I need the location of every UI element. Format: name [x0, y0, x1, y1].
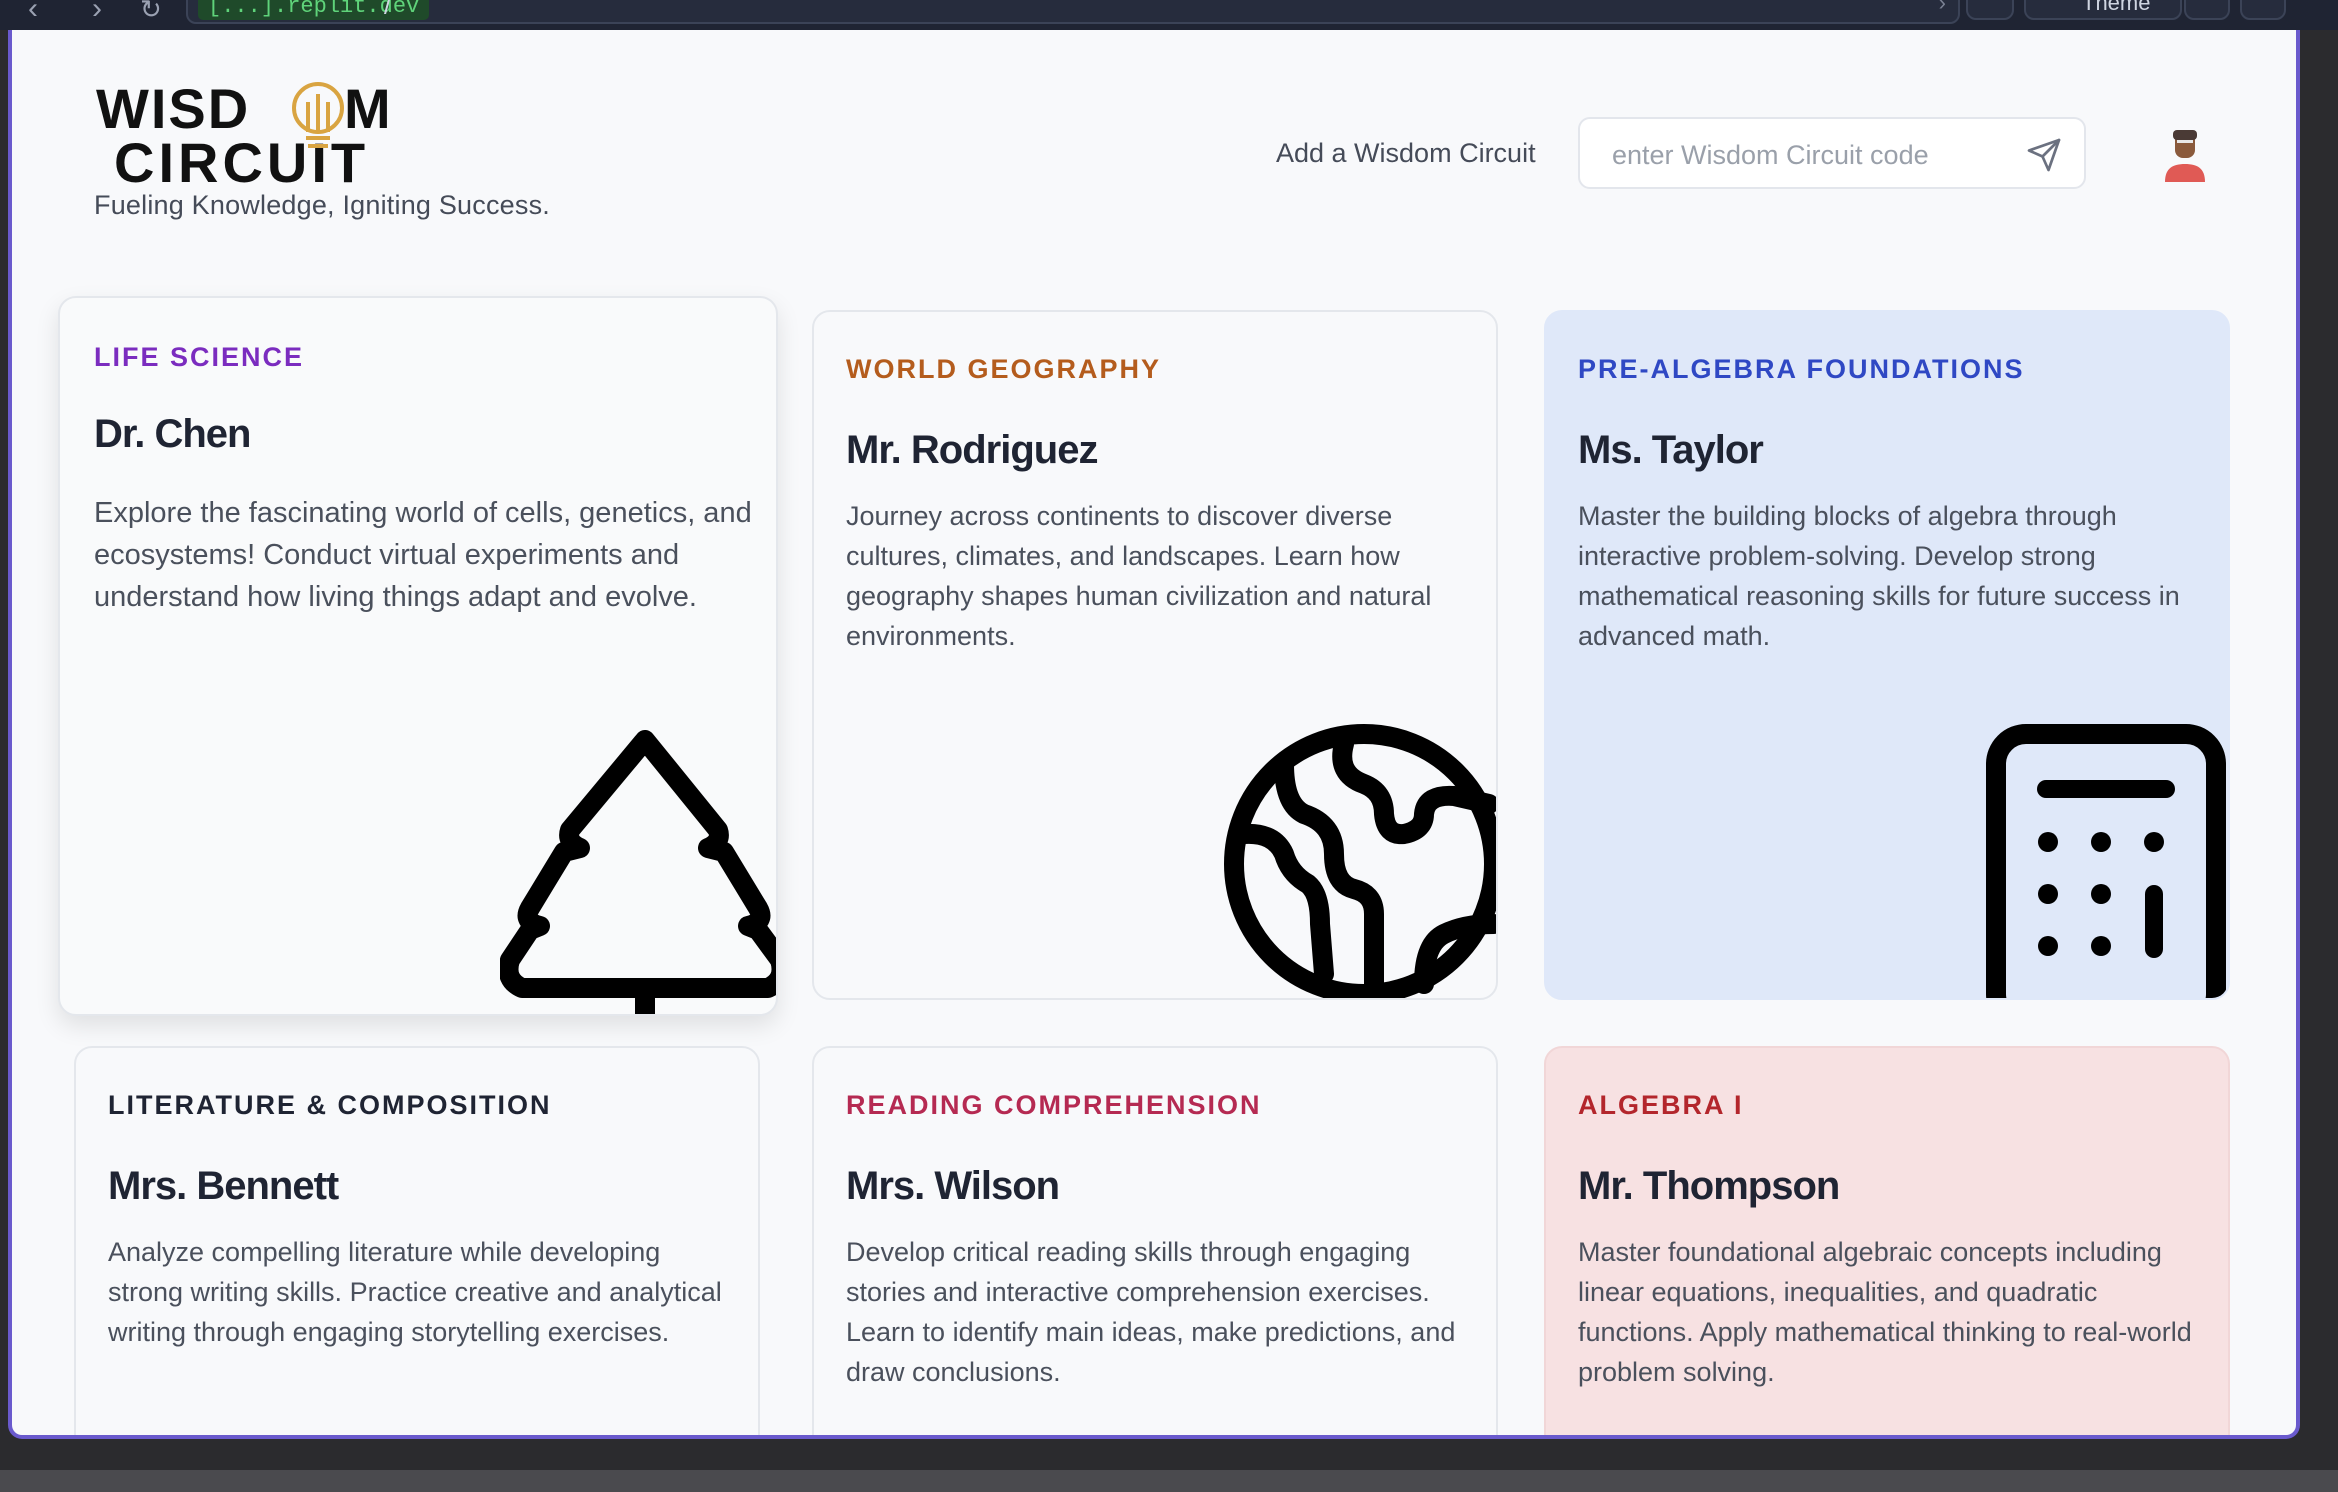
address-path: / [384, 0, 392, 20]
course-teacher: Ms. Taylor [1578, 428, 1764, 472]
course-card-reading[interactable]: READING COMPREHENSION Mrs. Wilson Develo… [812, 1046, 1498, 1435]
desktop-background [0, 1470, 2338, 1492]
calculator-icon [1986, 724, 2226, 998]
course-teacher: Dr. Chen [94, 412, 251, 456]
course-subject: LIFE SCIENCE [94, 342, 305, 372]
course-description: Develop critical reading skills through … [846, 1237, 1456, 1387]
course-card-literature[interactable]: LITERATURE & COMPOSITION Mrs. Bennett An… [74, 1046, 760, 1435]
course-description: Journey across continents to discover di… [846, 501, 1432, 651]
wisdom-circuit-logo: WISD M CIRCUIT [96, 77, 391, 186]
course-card-world-geography[interactable]: WORLD GEOGRAPHY Mr. Rodriguez Journey ac… [812, 310, 1498, 1000]
share-button[interactable] [2240, 0, 2286, 20]
course-teacher: Mrs. Wilson [846, 1164, 1060, 1208]
chevron-right-icon[interactable]: › [1939, 0, 1946, 16]
course-subject: LITERATURE & COMPOSITION [108, 1090, 552, 1120]
browser-toolbar: ‹ › ↻ [...].replit.dev / › Theme [0, 0, 2338, 30]
circuit-code-field[interactable] [1578, 117, 2086, 189]
svg-text:CIRCUIT: CIRCUIT [114, 131, 369, 186]
tree-icon [500, 730, 776, 1014]
course-card-pre-algebra[interactable]: PRE-ALGEBRA FOUNDATIONS Ms. Taylor Maste… [1544, 310, 2230, 1000]
send-icon[interactable] [2026, 137, 2062, 173]
avatar[interactable] [2157, 126, 2213, 182]
course-teacher: Mr. Thompson [1578, 1164, 1840, 1208]
theme-button[interactable]: Theme [2024, 0, 2182, 20]
course-description: Master the building blocks of algebra th… [1578, 501, 2180, 651]
course-subject: PRE-ALGEBRA FOUNDATIONS [1578, 354, 2025, 384]
course-description: Analyze compelling literature while deve… [108, 1237, 722, 1347]
back-icon[interactable]: ‹ [28, 0, 38, 26]
course-teacher: Mr. Rodriguez [846, 428, 1098, 472]
course-description: Master foundational algebraic concepts i… [1578, 1237, 2192, 1387]
address-domain: [...].replit.dev [198, 0, 430, 20]
course-card-algebra-i[interactable]: ALGEBRA I Mr. Thompson Master foundation… [1544, 1046, 2230, 1435]
course-subject: WORLD GEOGRAPHY [846, 354, 1162, 384]
course-subject: ALGEBRA I [1578, 1090, 1744, 1120]
app-window: WISD M CIRCUIT Fueling Knowledge, Igniti… [8, 30, 2300, 1439]
tagline: Fueling Knowledge, Igniting Success. [94, 190, 550, 220]
address-bar[interactable]: [...].replit.dev / › [186, 0, 1960, 24]
course-card-life-science[interactable]: LIFE SCIENCE Dr. Chen Explore the fascin… [58, 296, 778, 1016]
reload-icon[interactable]: ↻ [140, 0, 162, 25]
forward-icon[interactable]: › [92, 0, 102, 26]
circuit-code-input[interactable] [1610, 135, 2014, 175]
course-teacher: Mrs. Bennett [108, 1164, 339, 1208]
course-description: Explore the fascinating world of cells, … [94, 497, 752, 613]
devices-button[interactable] [1966, 0, 2014, 20]
globe-icon [1224, 724, 1496, 998]
edit-button[interactable] [2184, 0, 2230, 20]
theme-label: Theme [2082, 0, 2151, 15]
add-circuit-label: Add a Wisdom Circuit [1276, 138, 1536, 168]
course-subject: READING COMPREHENSION [846, 1090, 1262, 1120]
